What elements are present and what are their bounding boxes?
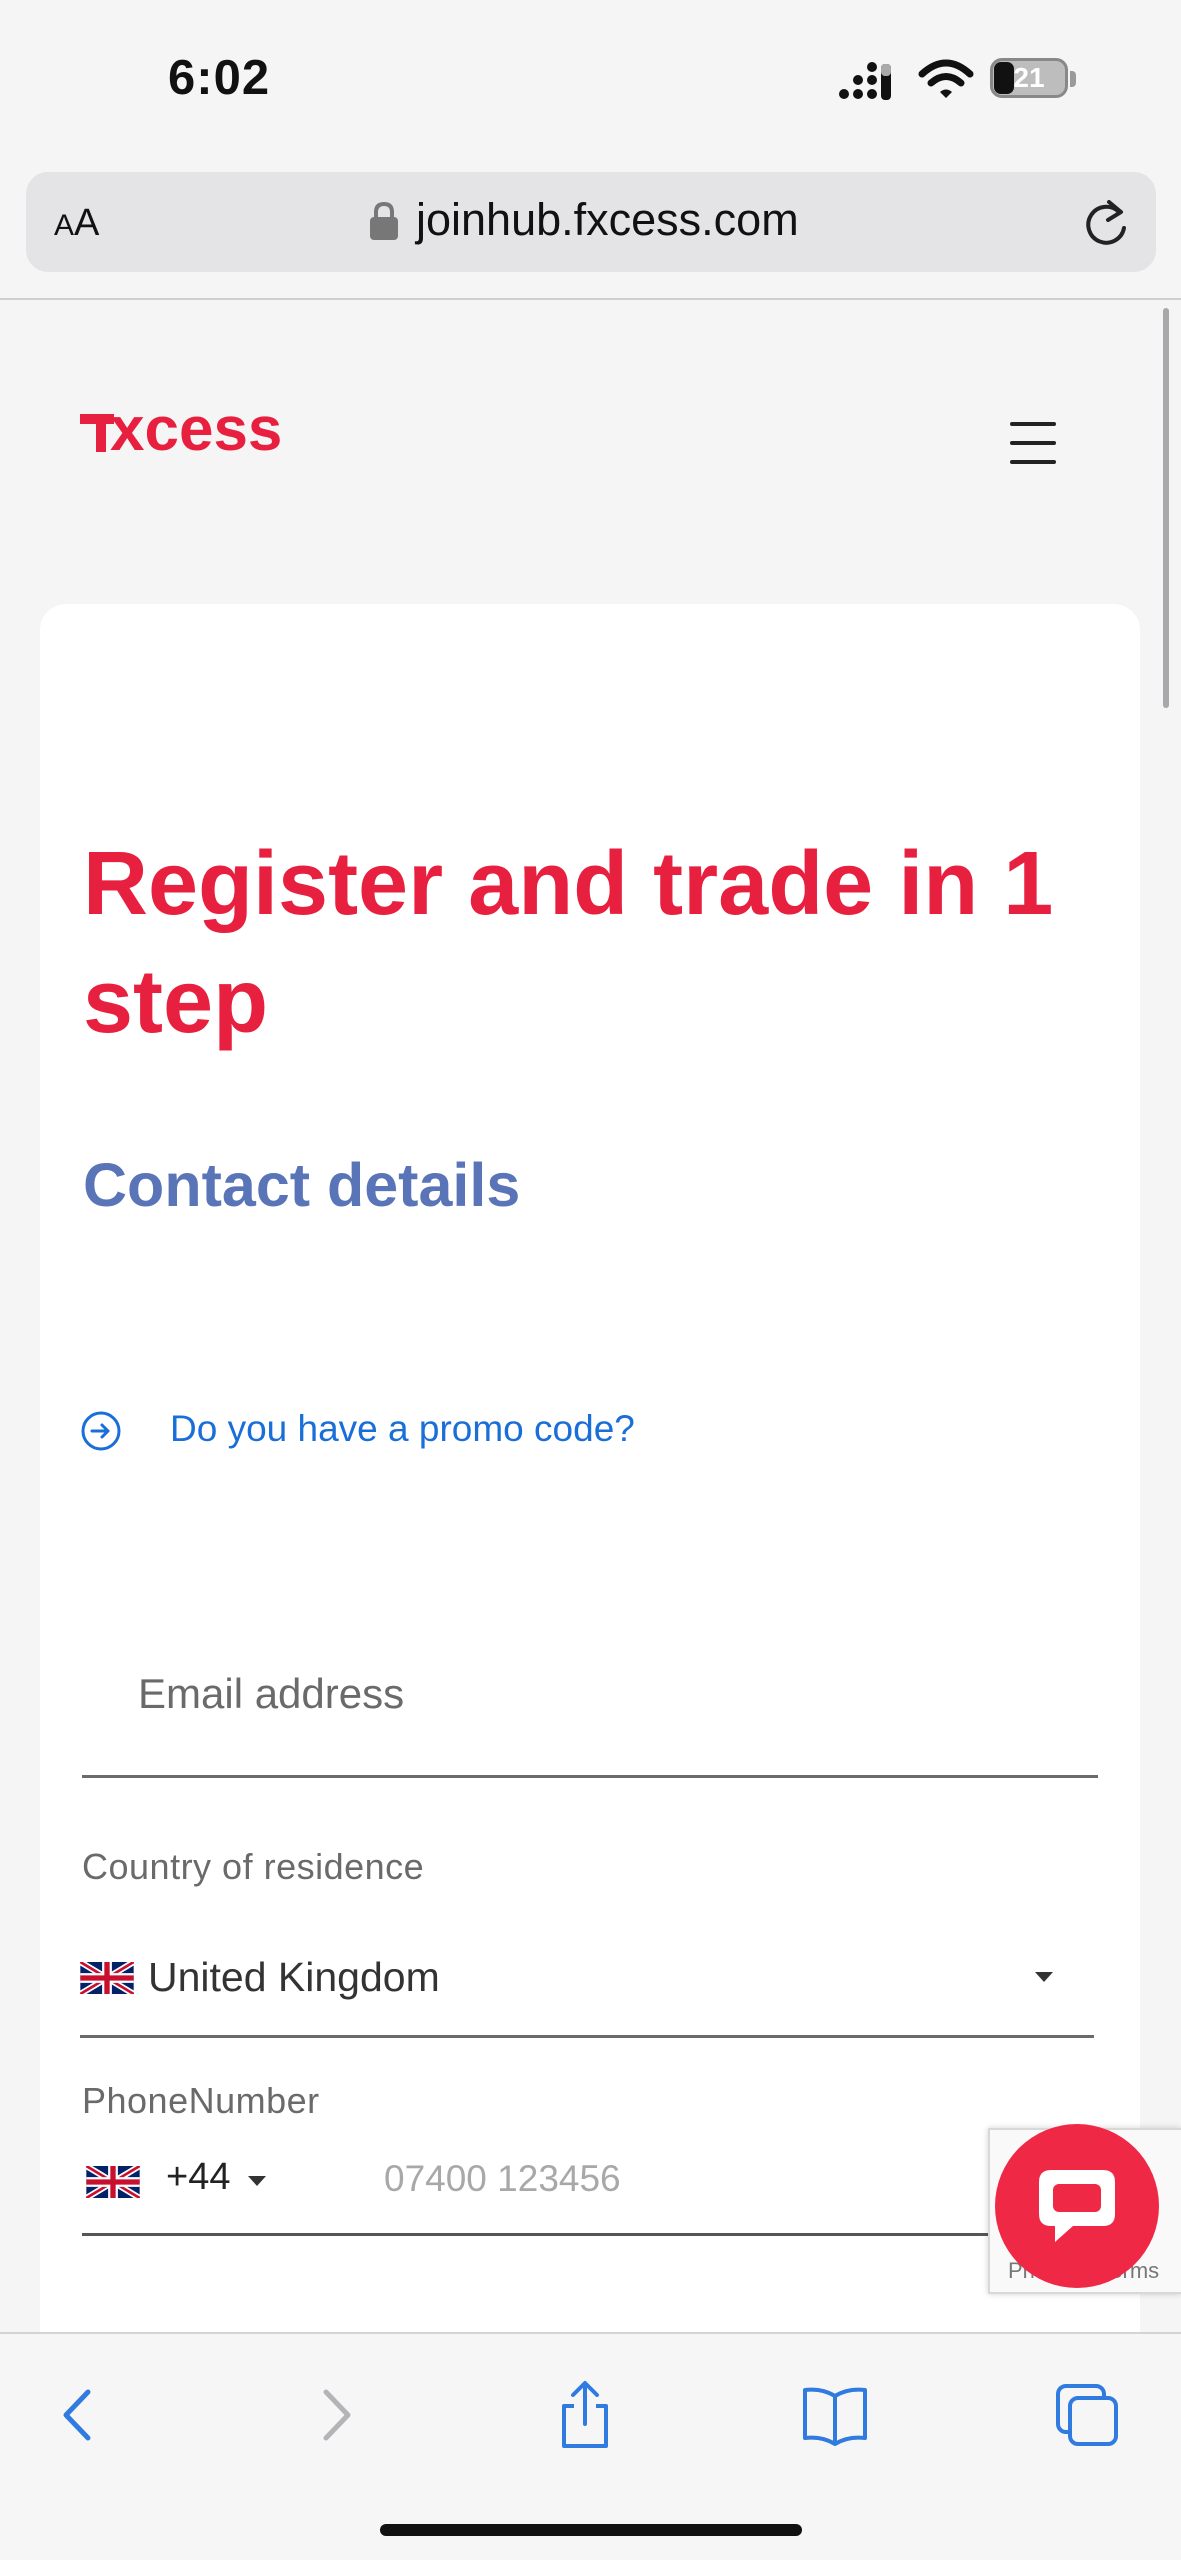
cellular-signal-icon: [839, 62, 891, 100]
chevron-right-icon[interactable]: [300, 2380, 370, 2450]
scrollbar[interactable]: [1163, 308, 1169, 708]
url-text[interactable]: joinhub.fxcess.com: [416, 194, 799, 246]
phone-label: PhoneNumber: [82, 2080, 320, 2121]
lock-icon: [370, 202, 398, 240]
chat-bubble-icon: [1039, 2170, 1115, 2242]
section-title: Contact details: [83, 1151, 521, 1219]
status-time: 6:02: [168, 51, 271, 105]
chevron-left-icon[interactable]: [44, 2380, 114, 2450]
phone-field[interactable]: +44 07400 123456: [82, 2140, 1002, 2236]
hamburger-menu-icon[interactable]: [1010, 422, 1056, 468]
arrow-circle-right-icon: [81, 1411, 121, 1451]
battery-percent: 21: [1013, 62, 1045, 93]
dropdown-caret-icon[interactable]: [248, 2176, 266, 2186]
page-title: Register and trade in 1 step: [83, 834, 1054, 1052]
uk-flag-icon: [86, 2166, 140, 2198]
book-icon[interactable]: [800, 2380, 870, 2450]
fxcess-logo[interactable]: xcess: [80, 400, 330, 460]
country-label: Country of residence: [82, 1846, 425, 1887]
text-size-button[interactable]: AA: [54, 202, 99, 245]
promo-code-label[interactable]: Do you have a promo code?: [170, 1408, 635, 1450]
country-select[interactable]: United Kingdom: [80, 1942, 1094, 2038]
reload-icon[interactable]: [1081, 196, 1131, 250]
dropdown-caret-icon[interactable]: [1035, 1972, 1053, 1982]
live-chat-button[interactable]: [995, 2124, 1159, 2288]
svg-text:xcess: xcess: [110, 400, 282, 460]
phone-placeholder: 07400 123456: [384, 2158, 621, 2199]
country-value: United Kingdom: [148, 1954, 440, 2000]
toolbar-divider: [0, 298, 1181, 300]
wifi-icon: [918, 59, 974, 98]
battery-icon: 21: [990, 58, 1078, 100]
address-bar[interactable]: AA joinhub.fxcess.com: [26, 172, 1156, 272]
phone-country-code[interactable]: +44: [166, 2156, 230, 2199]
uk-flag-icon: [80, 1962, 134, 1994]
email-placeholder: Email address: [138, 1670, 405, 1717]
share-icon[interactable]: [550, 2380, 620, 2450]
status-bar: 6:02 21: [0, 0, 1181, 160]
tabs-icon[interactable]: [1052, 2380, 1122, 2450]
email-field[interactable]: Email address: [82, 1640, 1098, 1778]
home-indicator[interactable]: [380, 2524, 802, 2536]
